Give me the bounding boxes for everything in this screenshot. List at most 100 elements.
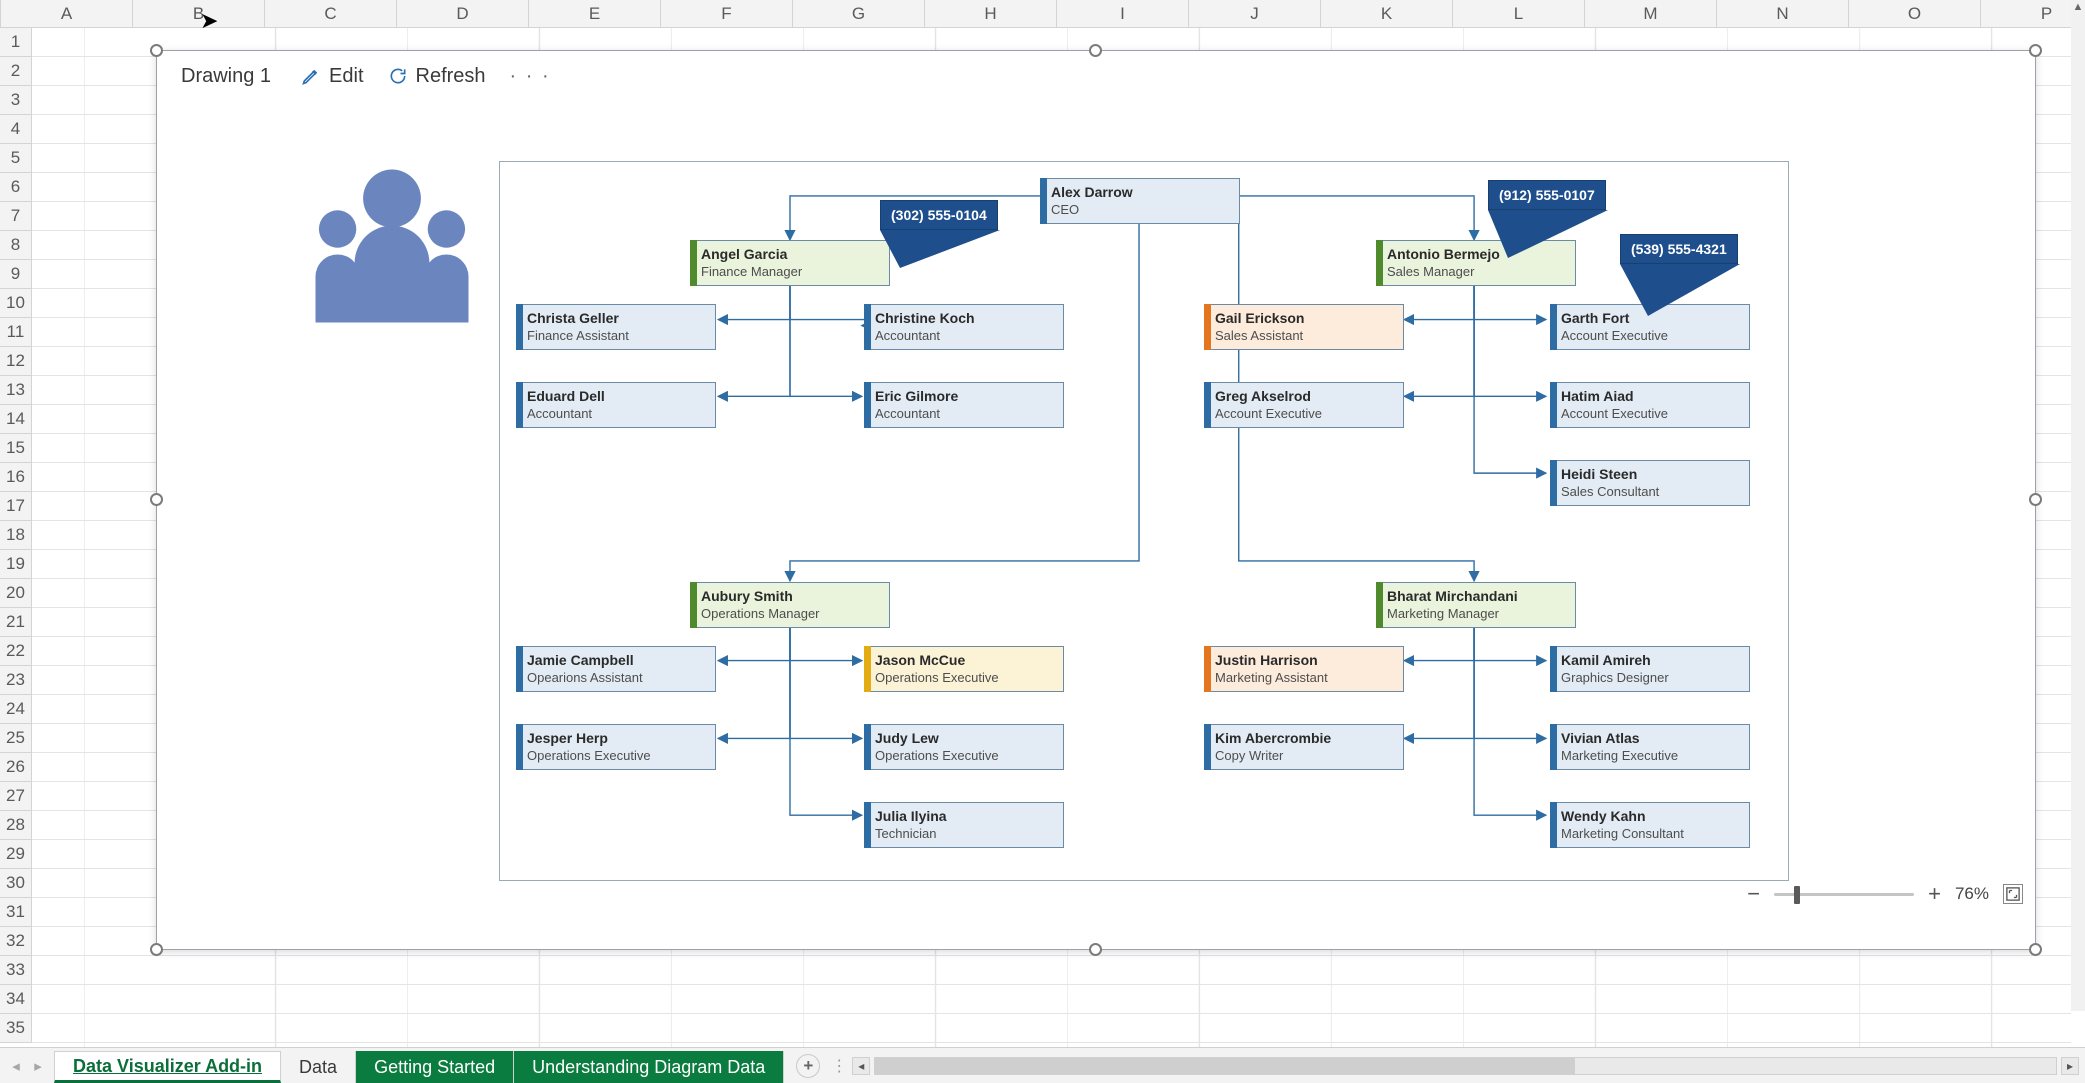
col-header[interactable]: A bbox=[1, 0, 133, 28]
node-mkt5[interactable]: Wendy KahnMarketing Consultant bbox=[1550, 802, 1750, 848]
node-ops5[interactable]: Julia IlyinaTechnician bbox=[864, 802, 1064, 848]
row-header[interactable]: 34 bbox=[0, 985, 32, 1014]
diagram-canvas[interactable]: Alex DarrowCEO Angel GarciaFinance Manag… bbox=[157, 101, 2035, 913]
resize-handle[interactable] bbox=[2029, 943, 2042, 956]
resize-handle[interactable] bbox=[150, 943, 163, 956]
col-header[interactable]: E bbox=[529, 0, 661, 28]
zoom-thumb[interactable] bbox=[1794, 886, 1800, 904]
row-header[interactable]: 26 bbox=[0, 753, 32, 782]
tab-getting-started[interactable]: Getting Started bbox=[356, 1051, 514, 1083]
new-sheet-button[interactable]: + bbox=[796, 1054, 820, 1078]
vertical-scrollbar[interactable]: ▲ bbox=[2071, 0, 2085, 1011]
row-header[interactable]: 6 bbox=[0, 173, 32, 202]
phone-callout-garth[interactable]: (539) 555-4321 bbox=[1620, 234, 1738, 264]
row-header[interactable]: 10 bbox=[0, 289, 32, 318]
row-header[interactable]: 5 bbox=[0, 144, 32, 173]
row-header[interactable]: 29 bbox=[0, 840, 32, 869]
row-header[interactable]: 21 bbox=[0, 608, 32, 637]
row-header[interactable]: 18 bbox=[0, 521, 32, 550]
node-sal3[interactable]: Greg AkselrodAccount Executive bbox=[1204, 382, 1404, 428]
node-fin3[interactable]: Eduard DellAccountant bbox=[516, 382, 716, 428]
more-button[interactable]: · · · bbox=[510, 65, 551, 88]
row-header[interactable]: 13 bbox=[0, 376, 32, 405]
node-sal1[interactable]: Gail EricksonSales Assistant bbox=[1204, 304, 1404, 350]
col-header[interactable]: P bbox=[1981, 0, 2085, 28]
node-mkt1[interactable]: Justin HarrisonMarketing Assistant bbox=[1204, 646, 1404, 692]
row-header[interactable]: 1 bbox=[0, 28, 32, 57]
resize-handle[interactable] bbox=[1089, 44, 1102, 57]
zoom-out-button[interactable]: − bbox=[1747, 881, 1760, 907]
node-sal5[interactable]: Heidi SteenSales Consultant bbox=[1550, 460, 1750, 506]
node-ops4[interactable]: Judy LewOperations Executive bbox=[864, 724, 1064, 770]
row-header[interactable]: 32 bbox=[0, 927, 32, 956]
node-sal4[interactable]: Hatim AiadAccount Executive bbox=[1550, 382, 1750, 428]
node-ops3[interactable]: Jesper HerpOperations Executive bbox=[516, 724, 716, 770]
resize-handle[interactable] bbox=[150, 44, 163, 57]
phone-callout-finance[interactable]: (302) 555-0104 bbox=[880, 200, 998, 230]
hscroll-right[interactable]: ▸ bbox=[2061, 1057, 2079, 1075]
row-header[interactable]: 22 bbox=[0, 637, 32, 666]
tab-splitter[interactable]: ⋮ bbox=[832, 1048, 846, 1083]
row-header[interactable]: 7 bbox=[0, 202, 32, 231]
resize-handle[interactable] bbox=[1089, 943, 1102, 956]
row-header[interactable]: 4 bbox=[0, 115, 32, 144]
col-header[interactable]: K bbox=[1321, 0, 1453, 28]
tab-nav-next[interactable]: ▸ bbox=[28, 1057, 48, 1075]
node-mkt4[interactable]: Vivian AtlasMarketing Executive bbox=[1550, 724, 1750, 770]
zoom-slider[interactable] bbox=[1774, 893, 1914, 896]
node-mkt-mgr[interactable]: Bharat MirchandaniMarketing Manager bbox=[1376, 582, 1576, 628]
row-header[interactable]: 11 bbox=[0, 318, 32, 347]
row-header[interactable]: 35 bbox=[0, 1014, 32, 1043]
phone-callout-sales[interactable]: (912) 555-0107 bbox=[1488, 180, 1606, 210]
row-header[interactable]: 9 bbox=[0, 260, 32, 289]
tab-data-visualizer[interactable]: Data Visualizer Add-in bbox=[54, 1051, 281, 1083]
row-header[interactable]: 33 bbox=[0, 956, 32, 985]
tab-data[interactable]: Data bbox=[281, 1051, 356, 1083]
zoom-in-button[interactable]: + bbox=[1928, 881, 1941, 907]
row-header[interactable]: 3 bbox=[0, 86, 32, 115]
row-header[interactable]: 19 bbox=[0, 550, 32, 579]
col-header[interactable]: M bbox=[1585, 0, 1717, 28]
horizontal-scrollbar[interactable]: ◂ ▸ bbox=[846, 1048, 2085, 1083]
edit-button[interactable]: Edit bbox=[301, 65, 363, 88]
row-header[interactable]: 12 bbox=[0, 347, 32, 376]
hscroll-left[interactable]: ◂ bbox=[852, 1057, 870, 1075]
row-header[interactable]: 8 bbox=[0, 231, 32, 260]
node-fin2[interactable]: Christine KochAccountant bbox=[864, 304, 1064, 350]
col-header[interactable]: B bbox=[133, 0, 265, 28]
node-fin4[interactable]: Eric GilmoreAccountant bbox=[864, 382, 1064, 428]
node-ops2[interactable]: Jason McCueOperations Executive bbox=[864, 646, 1064, 692]
hscroll-thumb[interactable] bbox=[875, 1058, 1575, 1074]
col-header[interactable]: F bbox=[661, 0, 793, 28]
tab-nav-first[interactable]: ◂ bbox=[6, 1057, 26, 1075]
node-ops1[interactable]: Jamie CampbellOpearions Assistant bbox=[516, 646, 716, 692]
row-header[interactable]: 20 bbox=[0, 579, 32, 608]
node-finance-mgr[interactable]: Angel GarciaFinance Manager bbox=[690, 240, 890, 286]
row-header[interactable]: 28 bbox=[0, 811, 32, 840]
col-header[interactable]: H bbox=[925, 0, 1057, 28]
col-header[interactable]: J bbox=[1189, 0, 1321, 28]
fit-to-window-button[interactable] bbox=[2003, 884, 2023, 904]
select-all-corner[interactable] bbox=[0, 0, 1, 28]
node-ceo[interactable]: Alex DarrowCEO bbox=[1040, 178, 1240, 224]
col-header[interactable]: G bbox=[793, 0, 925, 28]
col-header[interactable]: C bbox=[265, 0, 397, 28]
row-header[interactable]: 23 bbox=[0, 666, 32, 695]
col-header[interactable]: O bbox=[1849, 0, 1981, 28]
node-ops-mgr[interactable]: Aubury SmithOperations Manager bbox=[690, 582, 890, 628]
col-header[interactable]: I bbox=[1057, 0, 1189, 28]
row-header[interactable]: 30 bbox=[0, 869, 32, 898]
row-header[interactable]: 17 bbox=[0, 492, 32, 521]
node-mkt3[interactable]: Kim AbercrombieCopy Writer bbox=[1204, 724, 1404, 770]
tab-understanding[interactable]: Understanding Diagram Data bbox=[514, 1051, 784, 1083]
row-header[interactable]: 15 bbox=[0, 434, 32, 463]
node-fin1[interactable]: Christa GellerFinance Assistant bbox=[516, 304, 716, 350]
refresh-button[interactable]: Refresh bbox=[388, 65, 486, 88]
org-chart-diagram[interactable]: Alex DarrowCEO Angel GarciaFinance Manag… bbox=[499, 161, 1789, 881]
row-header[interactable]: 14 bbox=[0, 405, 32, 434]
col-header[interactable]: L bbox=[1453, 0, 1585, 28]
row-header[interactable]: 24 bbox=[0, 695, 32, 724]
resize-handle[interactable] bbox=[2029, 44, 2042, 57]
row-header[interactable]: 25 bbox=[0, 724, 32, 753]
col-header[interactable]: D bbox=[397, 0, 529, 28]
